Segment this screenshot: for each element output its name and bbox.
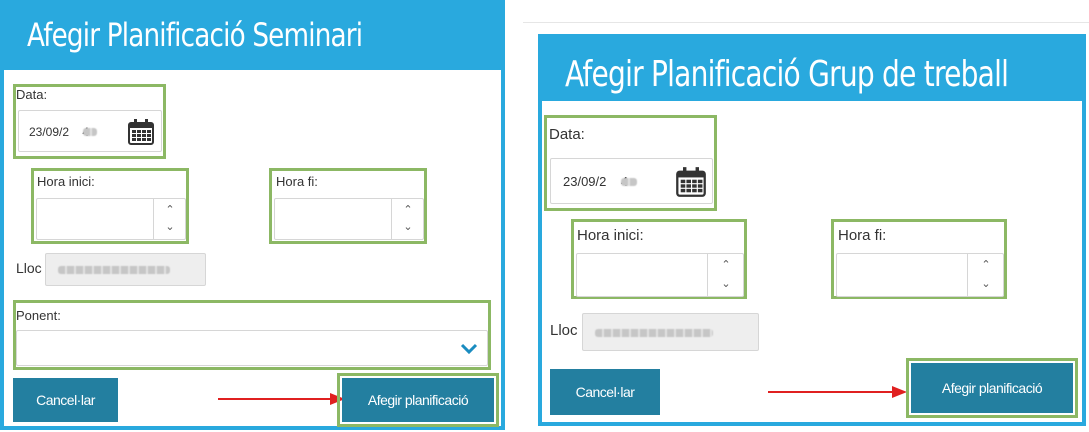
- date-label: Data:: [16, 87, 48, 102]
- speaker-label: Ponent:: [16, 308, 61, 323]
- start-time-input[interactable]: ⌃ ⌄: [576, 253, 744, 297]
- start-time-spinner[interactable]: ⌃ ⌄: [153, 199, 186, 239]
- end-time-input[interactable]: ⌃ ⌄: [274, 198, 424, 240]
- date-redacted: [621, 178, 637, 186]
- seminari-dialog: Afegir Planificació Seminari Data: 23/09…: [0, 0, 505, 430]
- dialog-title: Afegir Planificació Grup de treball: [565, 54, 1009, 95]
- speaker-select[interactable]: [16, 330, 488, 366]
- date-redacted: [83, 128, 97, 136]
- date-label: Data:: [549, 126, 585, 143]
- chevron-down-icon[interactable]: [460, 343, 478, 355]
- place-input: [45, 253, 206, 286]
- end-time-spinner[interactable]: ⌃ ⌄: [967, 254, 1004, 296]
- page-divider: [523, 22, 1089, 23]
- start-time-spinner[interactable]: ⌃ ⌄: [707, 254, 744, 296]
- place-label: Lloc: [550, 322, 578, 339]
- end-time-spinner[interactable]: ⌃ ⌄: [391, 199, 424, 239]
- cancel-button[interactable]: Cancel·lar: [13, 378, 118, 422]
- chevron-down-icon[interactable]: ⌄: [708, 279, 744, 290]
- cancel-button[interactable]: Cancel·lar: [550, 369, 660, 415]
- red-arrow-icon: [218, 393, 345, 405]
- red-arrow-icon: [768, 386, 907, 398]
- start-time-label: Hora inici:: [577, 227, 644, 244]
- place-redacted: [595, 329, 713, 337]
- date-input[interactable]: 23/09/2 4: [18, 110, 162, 152]
- grup-treball-dialog: Afegir Planificació Grup de treball Data…: [538, 34, 1086, 426]
- chevron-up-icon[interactable]: ⌃: [968, 260, 1004, 271]
- start-time-label: Hora inici:: [37, 174, 95, 189]
- calendar-icon[interactable]: [127, 118, 155, 146]
- end-time-label: Hora fi:: [838, 227, 887, 244]
- end-time-input[interactable]: ⌃ ⌄: [836, 253, 1004, 297]
- place-label: Lloc: [16, 260, 42, 276]
- dialog-body: Data: 23/09/2 4 Hora inici: ⌃ ⌄ Hora fi:…: [542, 101, 1082, 422]
- place-input: [582, 313, 759, 351]
- date-value: 23/09/2 4: [563, 174, 629, 189]
- start-time-input[interactable]: ⌃ ⌄: [36, 198, 186, 240]
- date-input[interactable]: 23/09/2 4: [550, 158, 713, 204]
- chevron-up-icon[interactable]: ⌃: [708, 260, 744, 271]
- chevron-up-icon[interactable]: ⌃: [392, 205, 424, 216]
- chevron-down-icon[interactable]: ⌄: [154, 222, 186, 233]
- date-value: 23/09/2 4: [29, 125, 90, 139]
- dialog-body: Data: 23/09/2 4 Hora inici: ⌃ ⌄ Hora fi:…: [4, 70, 501, 427]
- calendar-icon[interactable]: [675, 166, 707, 198]
- add-planning-button[interactable]: Afegir planificació: [911, 363, 1073, 413]
- dialog-title: Afegir Planificació Seminari: [27, 16, 363, 54]
- add-planning-button[interactable]: Afegir planificació: [342, 378, 494, 422]
- chevron-down-icon[interactable]: ⌄: [968, 279, 1004, 290]
- chevron-down-icon[interactable]: ⌄: [392, 222, 424, 233]
- end-time-label: Hora fi:: [276, 174, 318, 189]
- place-redacted: [58, 266, 170, 274]
- chevron-up-icon[interactable]: ⌃: [154, 205, 186, 216]
